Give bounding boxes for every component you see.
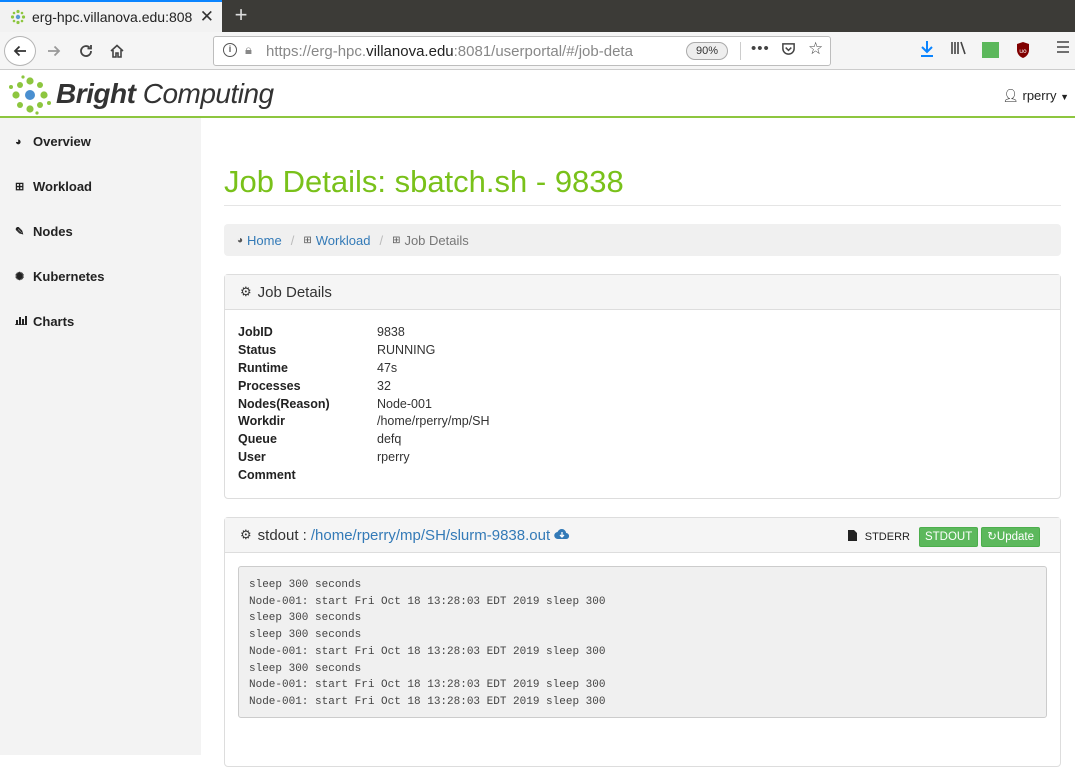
browser-tab-strip: erg-hpc.villanova.edu:808 ✕ + — [0, 0, 1075, 32]
browser-tab[interactable]: erg-hpc.villanova.edu:808 ✕ — [0, 0, 222, 32]
dashboard-icon: ◕ — [15, 135, 22, 148]
sidebar-item-charts[interactable]: Charts — [15, 314, 74, 329]
update-button[interactable]: ↻Update — [981, 527, 1040, 547]
library-icon[interactable] — [950, 40, 968, 61]
extension-green-icon[interactable] — [982, 42, 999, 58]
breadcrumb-current: Job Details — [404, 232, 469, 248]
url-text[interactable]: https://erg-hpc.villanova.edu:8081/userp… — [266, 43, 671, 60]
gears-icon: ⚙ — [240, 527, 252, 542]
detail-row: Processes 32 — [238, 378, 391, 393]
divider — [224, 205, 1061, 206]
reload-button[interactable] — [74, 36, 98, 66]
breadcrumb-workload[interactable]: Workload — [316, 233, 371, 248]
downloads-icon[interactable] — [919, 40, 935, 63]
panel-title: Job Details — [257, 283, 332, 301]
detail-row: Nodes(Reason) Node-001 — [238, 396, 432, 411]
home-icon — [110, 44, 124, 58]
user-menu[interactable]: 👤︎ rperry ▼ — [1002, 88, 1069, 104]
forward-button[interactable] — [42, 36, 66, 66]
job-details-panel: ⚙ Job Details JobID 9838 Status RUNNING Ru… — [224, 274, 1061, 499]
sidebar-item-kubernetes[interactable]: ✺ Kubernetes — [15, 269, 105, 284]
username: rperry — [1022, 88, 1057, 103]
home-button[interactable] — [105, 36, 129, 66]
app-header: Bright Computing 👤︎ rperry ▼ — [0, 70, 1075, 118]
breadcrumb-divider: / — [379, 232, 384, 248]
back-button[interactable] — [4, 36, 36, 66]
zoom-indicator[interactable]: 90% — [686, 42, 728, 60]
job-details-list: JobID 9838 Status RUNNING Runtime 47s Proce… — [238, 325, 490, 486]
close-tab-icon[interactable]: ✕ — [200, 8, 214, 25]
sidebar-item-overview[interactable]: ◕ Overview — [15, 134, 91, 149]
stdout-output: sleep 300 seconds Node-001: start Fri Oc… — [238, 566, 1047, 718]
browser-toolbar: i 🔒︎ https://erg-hpc.villanova.edu:8081/… — [0, 32, 1075, 70]
sidebar-item-nodes[interactable]: ✎ Nodes — [15, 224, 73, 239]
detail-row: JobID 9838 — [238, 325, 405, 339]
detail-row: User rperry — [238, 450, 410, 465]
breadcrumb-home[interactable]: Home — [247, 233, 282, 248]
detail-row: Comment — [238, 468, 296, 483]
lock-icon[interactable]: 🔒︎ — [245, 42, 252, 58]
bright-logo-icon[interactable] — [8, 75, 52, 115]
table-icon: ⊞ — [303, 234, 312, 246]
stderr-toggle[interactable]: STDERR — [847, 530, 910, 544]
stdout-panel: ⚙ stdout : /home/rperry/mp/SH/slurm-9838… — [224, 517, 1061, 767]
tab-title: erg-hpc.villanova.edu:808 — [32, 9, 193, 25]
info-icon[interactable]: i — [223, 43, 237, 57]
table-icon: ⊞ — [15, 181, 25, 193]
stdout-label: stdout : — [257, 526, 307, 544]
back-arrow-icon — [13, 45, 26, 57]
table-icon: ⊞ — [392, 234, 401, 246]
cloud-download-icon[interactable] — [554, 527, 570, 544]
reload-icon — [80, 45, 92, 57]
breadcrumb: ◕ Home / ⊞ Workload / ⊞ Job Details — [224, 224, 1061, 256]
forward-arrow-icon — [48, 45, 61, 57]
detail-row: Status RUNNING — [238, 342, 436, 357]
brand-name[interactable]: Bright Computing — [56, 78, 274, 110]
panel-heading: ⚙ Job Details — [225, 275, 1060, 310]
favicon-icon — [10, 9, 26, 25]
bookmark-star-icon[interactable]: ☆ — [808, 39, 823, 59]
file-icon — [847, 530, 857, 544]
bar-chart-icon — [15, 315, 27, 328]
detail-row: Workdir/home/rperry/mp/SH — [238, 414, 490, 429]
hamburger-menu-icon[interactable] — [1056, 40, 1070, 59]
detail-row: Queue defq — [238, 432, 402, 447]
panel-heading: ⚙ stdout : /home/rperry/mp/SH/slurm-9838… — [225, 518, 1060, 553]
sidebar-item-workload[interactable]: ⊞ Workload — [15, 179, 92, 194]
sidebar: ◕ Overview ⊞ Workload ✎ Nodes ✺ Kubernet… — [0, 118, 201, 755]
svg-text:uo: uo — [1019, 48, 1027, 55]
pocket-icon[interactable] — [781, 41, 796, 59]
ublock-icon[interactable]: uo — [1015, 41, 1031, 64]
address-bar[interactable]: i 🔒︎ https://erg-hpc.villanova.edu:8081/… — [213, 36, 831, 66]
page-title: Job Details: sbatch.sh - 9838 — [224, 164, 624, 199]
caret-down-icon: ▼ — [1060, 92, 1069, 102]
new-tab-button[interactable]: + — [230, 3, 252, 27]
breadcrumb-divider: / — [290, 232, 295, 248]
gears-icon: ⚙ — [240, 284, 252, 299]
stdout-button[interactable]: STDOUT — [918, 527, 979, 547]
user-icon: 👤︎ — [1002, 88, 1019, 103]
separator — [740, 42, 741, 60]
more-actions-icon[interactable]: ••• — [751, 40, 770, 57]
dashboard-icon: ◕ — [237, 234, 244, 246]
stdout-file-link[interactable]: /home/rperry/mp/SH/slurm-9838.out — [311, 527, 550, 544]
refresh-icon: ↻ — [987, 531, 997, 543]
edit-icon: ✎ — [15, 226, 25, 238]
kubernetes-icon: ✺ — [15, 271, 25, 283]
detail-row: Runtime 47s — [238, 360, 398, 375]
output-buttons: STDERR STDOUT ↻Update — [847, 527, 1040, 547]
